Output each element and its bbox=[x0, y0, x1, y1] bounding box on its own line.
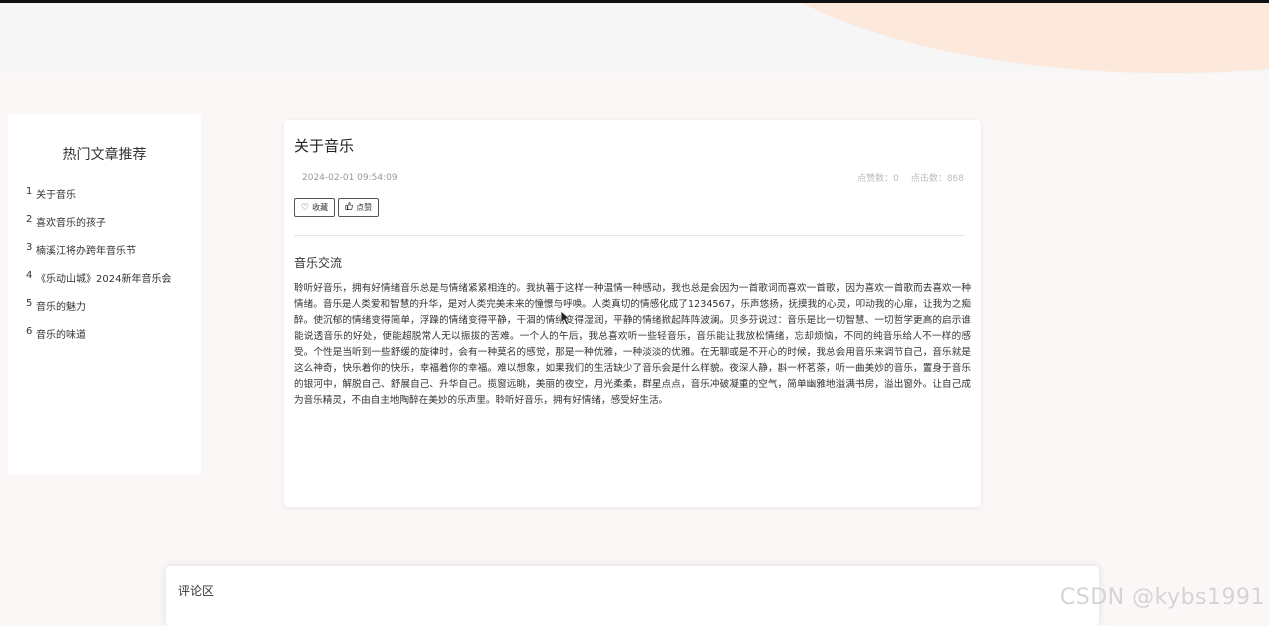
sidebar-item-1[interactable]: 1 关于音乐 bbox=[26, 186, 171, 214]
item-number: 6 bbox=[26, 326, 33, 337]
article-actions: ♡ 收藏 点赞 bbox=[294, 198, 380, 217]
sidebar-item-4[interactable]: 4 《乐动山城》2024新年音乐会 bbox=[26, 270, 171, 298]
like-label: 点赞 bbox=[356, 203, 373, 212]
hot-articles-list: 1 关于音乐 2 喜欢音乐的孩子 3 楠溪江将办跨年音乐节 4 《乐动山城》2024新年… bbox=[26, 186, 171, 354]
like-count: 点赞数：0 bbox=[857, 174, 899, 184]
item-number: 5 bbox=[26, 298, 33, 309]
article-date: 2024-02-01 09:54:09 bbox=[302, 173, 398, 183]
header-decoration bbox=[720, 3, 1269, 73]
heart-icon: ♡ bbox=[301, 202, 310, 213]
sidebar-title: 热门文章推荐 bbox=[62, 147, 147, 163]
sidebar-item-2[interactable]: 2 喜欢音乐的孩子 bbox=[26, 214, 171, 242]
click-count: 点击数：868 bbox=[910, 174, 964, 184]
item-label: 关于音乐 bbox=[36, 190, 76, 201]
mouse-cursor-icon bbox=[560, 310, 572, 326]
article-title: 关于音乐 bbox=[294, 137, 355, 155]
sidebar-item-5[interactable]: 5 音乐的魅力 bbox=[26, 298, 171, 326]
item-label: 喜欢音乐的孩子 bbox=[36, 218, 106, 229]
item-label: 《乐动山城》2024新年音乐会 bbox=[36, 274, 172, 285]
item-number: 1 bbox=[26, 186, 33, 197]
section-title: 音乐交流 bbox=[294, 256, 343, 270]
comments-title: 评论区 bbox=[178, 584, 215, 598]
article-body: 聆听好音乐，拥有好情绪音乐总是与情绪紧紧相连的。我执著于这样一种温情一种感动，我… bbox=[294, 283, 971, 406]
article-card: 关于音乐 2024-02-01 09:54:09 点赞数：0 点击数：868 ♡… bbox=[284, 120, 981, 507]
comments-section: 评论区 bbox=[166, 566, 1099, 626]
page-header bbox=[0, 3, 1269, 74]
hot-articles-sidebar: 热门文章推荐 1 关于音乐 2 喜欢音乐的孩子 3 楠溪江将办跨年音乐节 4 《乐动山城… bbox=[8, 114, 201, 475]
item-number: 3 bbox=[26, 242, 33, 253]
item-label: 楠溪江将办跨年音乐节 bbox=[36, 246, 136, 257]
sidebar-item-6[interactable]: 6 音乐的味道 bbox=[26, 326, 171, 354]
watermark: CSDN @kybs1991 bbox=[1059, 585, 1265, 610]
thumbs-up-icon bbox=[345, 202, 353, 213]
article-stats: 点赞数：0 点击数：868 bbox=[857, 171, 964, 184]
item-number: 4 bbox=[26, 270, 33, 281]
like-button[interactable]: 点赞 bbox=[338, 198, 380, 217]
item-label: 音乐的味道 bbox=[36, 330, 86, 341]
favorite-label: 收藏 bbox=[312, 203, 329, 212]
item-label: 音乐的魅力 bbox=[36, 302, 86, 313]
sidebar-item-3[interactable]: 3 楠溪江将办跨年音乐节 bbox=[26, 242, 171, 270]
item-number: 2 bbox=[26, 214, 33, 225]
divider bbox=[294, 235, 965, 236]
favorite-button[interactable]: ♡ 收藏 bbox=[294, 198, 336, 217]
